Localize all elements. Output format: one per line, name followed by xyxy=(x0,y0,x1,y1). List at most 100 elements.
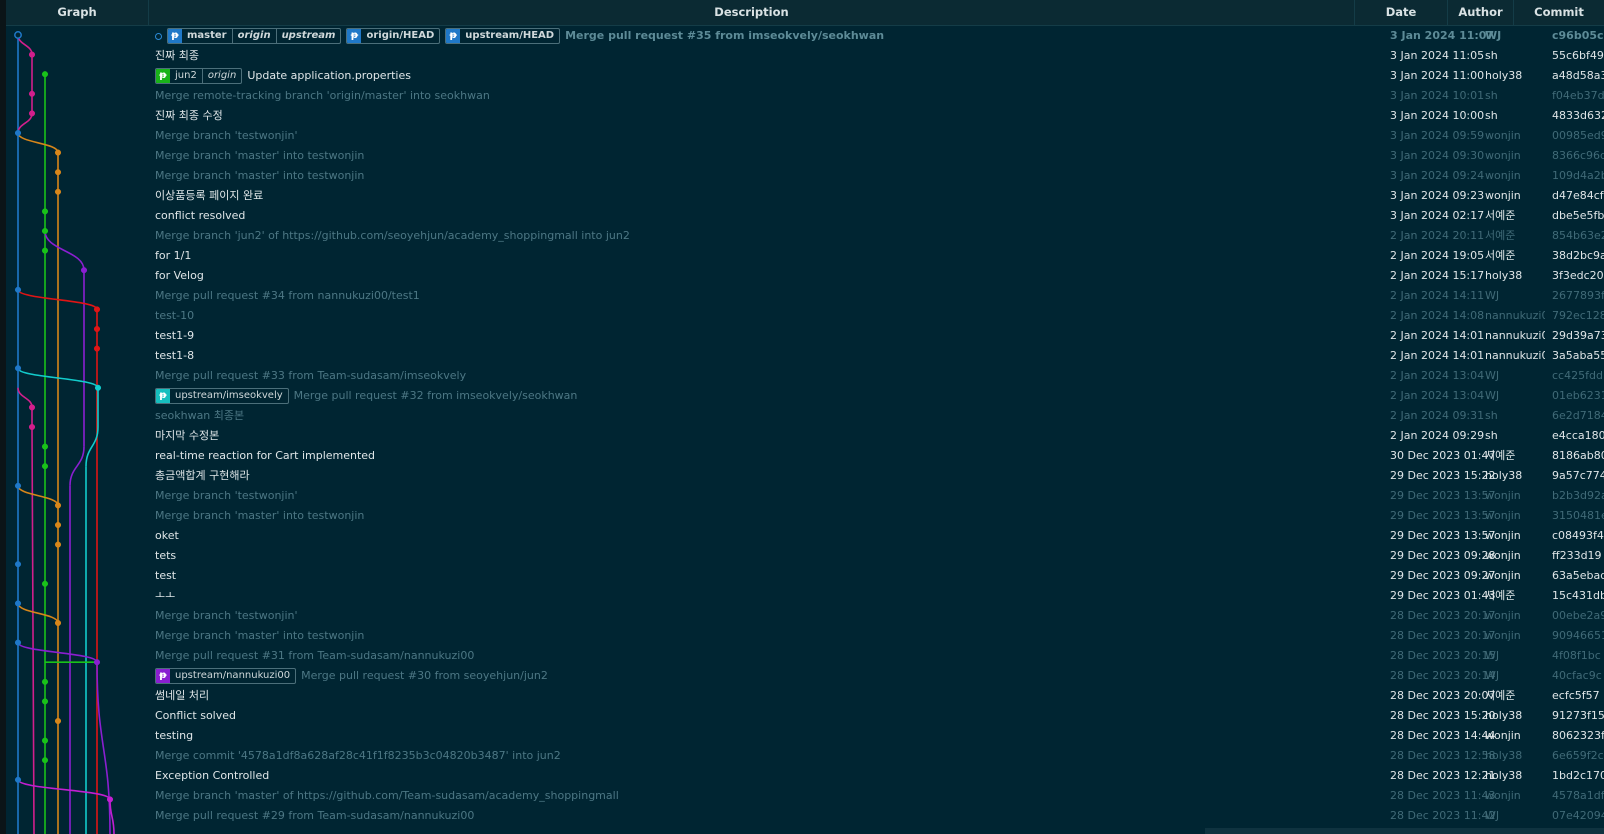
commit-date: 28 Dec 2023 20:17 xyxy=(1390,629,1496,642)
commit-author: nannukuzi00 xyxy=(1485,349,1545,362)
commit-row[interactable]: oket 29 Dec 2023 13:57 wonjin c08493f4 xyxy=(0,526,1604,546)
commit-row[interactable]: Merge branch 'master' into testwonjin 3 J… xyxy=(0,166,1604,186)
commit-row[interactable]: Exception Controlled 28 Dec 2023 12:21 hol… xyxy=(0,766,1604,786)
commit-message: Merge pull request #30 from seoyehjun/ju… xyxy=(301,669,548,682)
commit-message: seokhwan 최종본 xyxy=(155,409,245,422)
commit-message: Merge pull request #29 from Team-sudasam… xyxy=(155,809,475,822)
commit-date: 2 Jan 2024 09:31 xyxy=(1390,409,1485,422)
commit-description: 이상품등록 페이지 완료 xyxy=(155,186,263,206)
commit-row[interactable]: real-time reaction for Cart implemented 3… xyxy=(0,446,1604,466)
commit-row[interactable]: ᵽ upstream/nannukuzi00 Merge pull request … xyxy=(0,666,1604,686)
header-commit[interactable]: Commit xyxy=(1514,0,1604,25)
commit-row[interactable]: test1-9 2 Jan 2024 14:01nannukuzi00 29d39a… xyxy=(0,326,1604,346)
commit-row[interactable]: Merge branch 'master' into testwonjin 28 … xyxy=(0,626,1604,646)
commit-row[interactable]: for 1/1 2 Jan 2024 19:05 서예준 38d2bc9a xyxy=(0,246,1604,266)
commit-author: wonjin xyxy=(1485,169,1521,182)
commit-row[interactable]: for Velog 2 Jan 2024 15:17 holy38 3f3edc20 xyxy=(0,266,1604,286)
commit-row[interactable]: 이상품등록 페이지 완료 3 Jan 2024 09:23 wonjin d47e84… xyxy=(0,186,1604,206)
ref-label: origin xyxy=(201,69,241,83)
commit-date: 3 Jan 2024 09:23 xyxy=(1390,189,1485,202)
commit-hash: 6e659f2c xyxy=(1552,749,1604,762)
commit-row[interactable]: Merge branch 'testwonjin' 28 Dec 2023 20:… xyxy=(0,606,1604,626)
commit-description: for Velog xyxy=(155,266,204,286)
commit-row[interactable]: test1-8 2 Jan 2024 14:01nannukuzi00 3a5aba… xyxy=(0,346,1604,366)
header-date[interactable]: Date xyxy=(1355,0,1448,25)
commit-description: ᵽ upstream/nannukuzi00 Merge pull request … xyxy=(155,666,548,686)
commit-date: 29 Dec 2023 15:22 xyxy=(1390,469,1496,482)
commit-message: Merge branch 'jun2' of https://github.co… xyxy=(155,229,630,242)
commit-row[interactable]: Merge commit '4578a1df8a628af28c41f1f823… xyxy=(0,746,1604,766)
commit-row[interactable]: test 29 Dec 2023 09:27 wonjin 63a5ebad xyxy=(0,566,1604,586)
commit-row[interactable]: 진짜 최종 수정 3 Jan 2024 10:00 sh 4833d632 xyxy=(0,106,1604,126)
commit-message: Merge pull request #32 from imseokvely/s… xyxy=(293,389,578,402)
commit-author: wonjin xyxy=(1485,129,1521,142)
commit-message: Exception Controlled xyxy=(155,769,270,782)
ref-label: master xyxy=(187,30,227,41)
branch-ref-badge[interactable]: ᵽ master origin upstream xyxy=(167,28,342,44)
commit-row[interactable]: 마지막 수정본 2 Jan 2024 09:29 sh e4cca180 xyxy=(0,426,1604,446)
branch-ref-badge[interactable]: ᵽ origin/HEAD xyxy=(346,28,441,44)
commit-author: sh xyxy=(1485,409,1498,422)
commit-row[interactable]: Merge branch 'master' of https://github.… xyxy=(0,786,1604,806)
commit-row[interactable]: Conflict solved 28 Dec 2023 15:20 holy38 91… xyxy=(0,706,1604,726)
commit-row[interactable]: 총금액합계 구현해라 29 Dec 2023 15:22 holy38 9a57c77… xyxy=(0,466,1604,486)
commit-message: 마지막 수정본 xyxy=(155,429,220,442)
commit-author: holy38 xyxy=(1485,269,1523,282)
commit-row[interactable]: Merge branch 'testwonjin' 29 Dec 2023 13:… xyxy=(0,486,1604,506)
header-description[interactable]: Description xyxy=(149,0,1355,25)
commit-row[interactable]: Merge branch 'jun2' of https://github.co… xyxy=(0,226,1604,246)
commit-row[interactable]: ᵽ master origin upstream ᵽ origin/HEAD ᵽ upstre… xyxy=(0,26,1604,46)
commit-date: 3 Jan 2024 11:00 xyxy=(1390,69,1485,82)
commit-row[interactable]: ᵽ jun2 origin Update application.properties… xyxy=(0,66,1604,86)
commit-hash: 109d4a2b xyxy=(1552,169,1604,182)
commit-hash: 792ec128 xyxy=(1552,309,1604,322)
commit-description: tets xyxy=(155,546,176,566)
commit-row[interactable]: Merge pull request #34 from nannukuzi00/… xyxy=(0,286,1604,306)
commit-date: 30 Dec 2023 01:47 xyxy=(1390,449,1496,462)
branch-ref-badge[interactable]: ᵽ upstream/HEAD xyxy=(445,28,561,44)
commit-hash: 63a5ebad xyxy=(1552,569,1604,582)
commit-author: WJ xyxy=(1485,809,1500,822)
commit-row[interactable]: test-10 2 Jan 2024 14:08nannukuzi00 792ec1… xyxy=(0,306,1604,326)
commit-message: test1-9 xyxy=(155,329,195,342)
commit-description: Merge pull request #31 from Team-sudasam… xyxy=(155,646,474,666)
commit-row[interactable]: Merge branch 'testwonjin' 3 Jan 2024 09:5… xyxy=(0,126,1604,146)
commit-hash: 55c6bf49 xyxy=(1552,49,1604,62)
git-branch-icon: ᵽ xyxy=(347,29,362,43)
branch-ref-badge[interactable]: ᵽ upstream/nannukuzi00 xyxy=(155,668,297,684)
commit-row[interactable]: tets 29 Dec 2023 09:28 wonjin ff233d19 xyxy=(0,546,1604,566)
commit-row[interactable]: 썸네일 처리 28 Dec 2023 20:07 서예준 ecfc5f57 xyxy=(0,686,1604,706)
commit-row[interactable]: conflict resolved 3 Jan 2024 02:17 서예준 dbe5… xyxy=(0,206,1604,226)
commit-row[interactable]: ㅗㅗ 29 Dec 2023 01:43 서예준 15c431db xyxy=(0,586,1604,606)
commit-date: 2 Jan 2024 09:29 xyxy=(1390,429,1485,442)
ref-label: upstream/nannukuzi00 xyxy=(175,670,291,681)
commit-row[interactable]: Merge branch 'master' into testwonjin 3 J… xyxy=(0,146,1604,166)
ref-label: upstream/imseokvely xyxy=(175,390,283,401)
horizontal-scrollbar[interactable] xyxy=(1205,828,1604,834)
commit-hash: 01eb6231 xyxy=(1552,389,1604,402)
commit-row[interactable]: Merge remote-tracking branch 'origin/mas… xyxy=(0,86,1604,106)
commit-message: Merge remote-tracking branch 'origin/mas… xyxy=(155,89,490,102)
branch-ref-badge[interactable]: ᵽ jun2 origin xyxy=(155,68,243,84)
branch-ref-badge[interactable]: ᵽ upstream/imseokvely xyxy=(155,388,289,404)
commit-description: 마지막 수정본 xyxy=(155,426,219,446)
commit-row[interactable]: seokhwan 최종본 2 Jan 2024 09:31 sh 6e2d7184 xyxy=(0,406,1604,426)
commit-row[interactable]: 진짜 최종 3 Jan 2024 11:05 sh 55c6bf49 xyxy=(0,46,1604,66)
commit-author: WJ xyxy=(1485,649,1500,662)
commit-description: Merge branch 'master' into testwonjin xyxy=(155,146,364,166)
commit-row[interactable]: ᵽ upstream/imseokvely Merge pull request #… xyxy=(0,386,1604,406)
commit-author: wonjin xyxy=(1485,489,1521,502)
ref-label: upstream xyxy=(275,29,341,43)
commit-hash: 3150481e xyxy=(1552,509,1604,522)
commit-row[interactable]: Merge pull request #31 from Team-sudasam… xyxy=(0,646,1604,666)
commit-row[interactable]: Merge pull request #33 from Team-sudasam… xyxy=(0,366,1604,386)
commit-row[interactable]: Merge branch 'master' into testwonjin 29 … xyxy=(0,506,1604,526)
commit-date: 3 Jan 2024 11:05 xyxy=(1390,49,1485,62)
commit-hash: 40cfac9c xyxy=(1552,669,1602,682)
header-author[interactable]: Author xyxy=(1448,0,1514,25)
commit-row[interactable]: testing 28 Dec 2023 14:44 wonjin 8062323f xyxy=(0,726,1604,746)
commit-date: 29 Dec 2023 13:57 xyxy=(1390,489,1496,502)
header-graph[interactable]: Graph xyxy=(6,0,149,25)
commit-author: wonjin xyxy=(1485,149,1521,162)
commit-row[interactable]: Merge pull request #29 from Team-sudasam… xyxy=(0,806,1604,826)
